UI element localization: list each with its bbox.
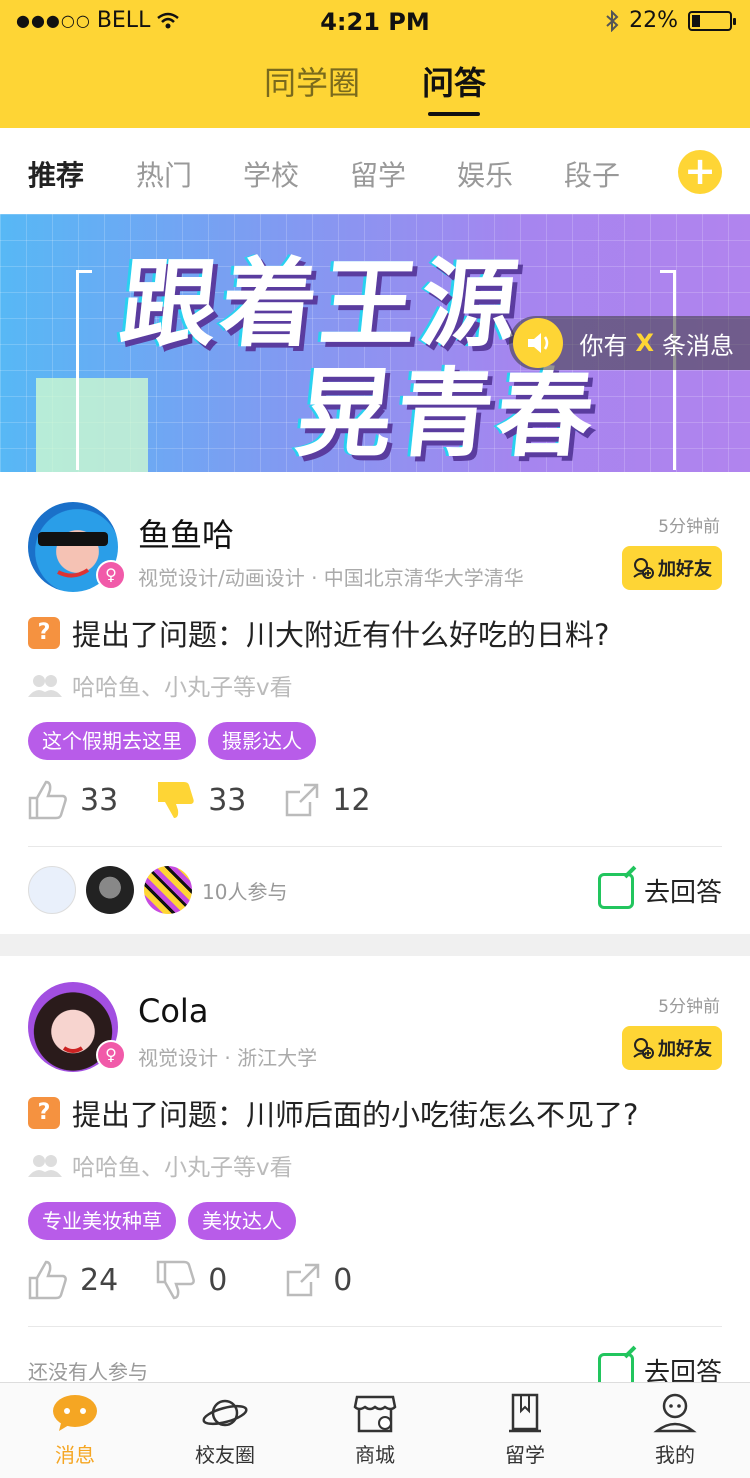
battery-percent: 22% [629, 8, 678, 33]
female-icon: ♀ [96, 1040, 126, 1070]
tag-item[interactable]: 美妆达人 [188, 1202, 296, 1240]
category-recommend[interactable]: 推荐 [28, 154, 84, 194]
top-tabs: 同学圈 问答 [0, 58, 750, 116]
question-row[interactable]: ? 提出了问题：川师后面的小吃街怎么不见了? [28, 1092, 638, 1134]
post-time: 5分钟前 [658, 517, 720, 537]
thumbs-down-icon [156, 1260, 196, 1300]
question-text: 提出了问题：川师后面的小吃街怎么不见了? [72, 1098, 639, 1132]
store-icon [353, 1395, 397, 1433]
message-icon [53, 1395, 97, 1431]
thumbs-up-icon [28, 780, 67, 820]
tag-list: 这个假期去这里 摄影达人 [28, 722, 316, 760]
question-row[interactable]: ? 提出了问题：川大附近有什么好吃的日料? [28, 612, 609, 654]
add-friend-icon [633, 558, 654, 579]
battery-icon [688, 10, 736, 31]
user-meta: 视觉设计/动画设计 · 中国北京清华大学清华 [138, 566, 524, 590]
category-jokes[interactable]: 段子 [564, 154, 620, 194]
tag-list: 专业美妆种草 美妆达人 [28, 1202, 296, 1240]
dislike-button[interactable]: 33 [156, 780, 246, 820]
book-icon [509, 1393, 541, 1433]
username[interactable]: Cola [138, 992, 208, 1030]
add-category-button[interactable]: + [678, 150, 722, 194]
post-card: ♀ 鱼鱼哈 视觉设计/动画设计 · 中国北京清华大学清华 5分钟前 加好友 ? … [0, 472, 750, 934]
category-hot[interactable]: 热门 [136, 154, 192, 194]
battery-level [692, 14, 700, 27]
participants-row: 还没有人参与 [28, 1360, 148, 1384]
like-button[interactable]: 24 [28, 1260, 118, 1300]
tag-item[interactable]: 摄影达人 [208, 722, 316, 760]
share-icon [286, 783, 319, 817]
users-icon [28, 1155, 62, 1177]
speaker-icon [513, 318, 564, 368]
category-school[interactable]: 学校 [243, 154, 299, 194]
female-icon: ♀ [96, 560, 126, 590]
question-icon: ? [28, 617, 60, 649]
question-icon: ? [28, 1097, 60, 1129]
action-bar: 24 0 0 [28, 1260, 390, 1300]
add-friend-icon [633, 1038, 654, 1059]
tab-classmates[interactable]: 同学圈 [264, 58, 360, 116]
category-bar: 推荐 热门 学校 留学 娱乐 段子 + [0, 128, 750, 214]
share-button[interactable]: 12 [284, 782, 371, 818]
nav-study-abroad[interactable]: 留学 [450, 1383, 600, 1478]
nav-store[interactable]: 商城 [300, 1383, 450, 1478]
promo-banner[interactable]: 跟着王源 晃青春 你有 X 条消息 [0, 214, 750, 472]
username[interactable]: 鱼鱼哈 [138, 510, 234, 556]
dislike-button[interactable]: 0 [156, 1260, 227, 1300]
avatar [28, 866, 76, 914]
add-friend-button[interactable]: 加好友 [622, 1026, 722, 1070]
avatar [144, 866, 192, 914]
bottom-nav: 消息 校友圈 商城 留学 我的 [0, 1382, 750, 1478]
post-card: ♀ Cola 视觉设计 · 浙江大学 5分钟前 加好友 ? 提出了问题：川师后面… [0, 956, 750, 1389]
tag-item[interactable]: 专业美妆种草 [28, 1202, 176, 1240]
like-button[interactable]: 33 [28, 780, 118, 820]
share-icon [287, 1263, 320, 1297]
viewers-row: 哈哈鱼、小丸子等v看 [28, 1148, 293, 1182]
action-bar: 33 33 12 [28, 780, 409, 820]
tab-qa[interactable]: 问答 [422, 58, 486, 116]
planet-icon [202, 1399, 248, 1427]
tag-item[interactable]: 这个假期去这里 [28, 722, 196, 760]
category-entertainment[interactable]: 娱乐 [457, 154, 513, 194]
share-button[interactable]: 0 [285, 1262, 352, 1298]
question-text: 提出了问题：川大附近有什么好吃的日料? [72, 618, 610, 652]
nav-alumni[interactable]: 校友圈 [150, 1383, 300, 1478]
bluetooth-icon [606, 9, 619, 32]
thumbs-down-icon [158, 782, 194, 818]
app-header: ●●●○○ BELL 4:21 PM 22% 同学圈 问答 [0, 0, 750, 128]
thumbs-up-icon [28, 1260, 67, 1300]
participants-row[interactable]: 10人参与 [28, 866, 287, 914]
post-time: 5分钟前 [658, 997, 720, 1017]
users-icon [28, 675, 62, 697]
nav-messages[interactable]: 消息 [0, 1383, 150, 1478]
profile-icon [653, 1393, 697, 1433]
answer-button[interactable]: 去回答 [597, 872, 722, 909]
add-friend-button[interactable]: 加好友 [622, 546, 722, 590]
category-study-abroad[interactable]: 留学 [350, 154, 406, 194]
message-notice[interactable]: 你有 X 条消息 [509, 316, 750, 370]
avatar [86, 866, 134, 914]
user-meta: 视觉设计 · 浙江大学 [138, 1046, 318, 1070]
nav-profile[interactable]: 我的 [600, 1383, 750, 1478]
status-bar: ●●●○○ BELL 4:21 PM 22% [0, 0, 750, 44]
edit-icon [597, 872, 634, 909]
viewers-row: 哈哈鱼、小丸子等v看 [28, 668, 293, 702]
